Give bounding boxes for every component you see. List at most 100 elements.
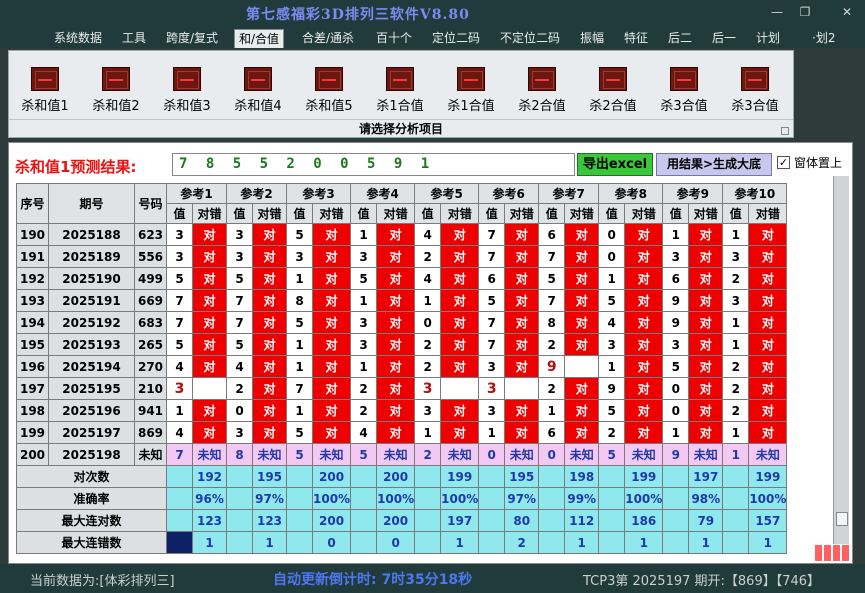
ribbon-kill-1-combo-b[interactable]: 杀1合值: [438, 67, 504, 115]
row-value: 1: [350, 289, 378, 312]
minimize-button[interactable]: —: [765, 3, 789, 21]
menu-tools[interactable]: 工具: [118, 29, 150, 48]
val-subheader: 值: [538, 203, 566, 224]
result-subheader: 对错: [748, 203, 788, 224]
row-result: 对: [376, 421, 416, 444]
chart-icon: [457, 67, 485, 91]
stat-value: 97%: [504, 487, 540, 510]
table-row[interactable]: 192 2025190 499 5 对 5 对 1 对 5 对 4 对 6 对 5 对 1 对 6 对 2 对: [16, 267, 788, 290]
pin-window-checkbox[interactable]: ✓: [777, 156, 790, 169]
menu-last1[interactable]: 后一: [708, 29, 740, 48]
prediction-field[interactable]: 7 8 5 5 2 0 0 5 9 1: [172, 153, 575, 176]
row-result: 未知: [748, 443, 788, 466]
row-result: 对: [564, 289, 600, 312]
menu-last2[interactable]: 后二: [664, 29, 696, 48]
row-result: 对: [624, 311, 664, 334]
row-result: 对: [688, 377, 724, 400]
table-row[interactable]: 195 2025193 265 5 对 5 对 1 对 3 对 2 对 7 对 2 对 3 对 3 对 1 对: [16, 333, 788, 356]
ribbon-kill-3-combo-b[interactable]: 杀3合值: [722, 67, 788, 115]
ref-header: 参考4: [350, 183, 416, 204]
table-row[interactable]: 193 2025191 669 7 对 7 对 8 对 1 对 1 对 5 对 7 对 5 对 9 对 3 对: [16, 289, 788, 312]
vertical-scrollbar[interactable]: [833, 176, 849, 544]
row-seq: 197: [16, 377, 49, 400]
row-result: 对: [376, 267, 416, 290]
row-value: 2: [598, 421, 626, 444]
ref-header: 参考5: [414, 183, 480, 204]
row-value: 4: [166, 421, 193, 444]
result-subheader: 对错: [192, 203, 227, 224]
col-seq-header: 序号: [16, 183, 49, 224]
menu-plan[interactable]: 计划: [752, 29, 784, 48]
table-row[interactable]: 190 2025188 623 3 对 3 对 5 对 1 对 4 对 7 对 6 对 0 对 1 对 1 对: [16, 223, 788, 246]
menu-features[interactable]: 特征: [620, 29, 652, 48]
stat-value: 199: [748, 465, 788, 488]
row-value: 3: [350, 245, 378, 268]
ribbon-expand-icon[interactable]: [781, 127, 789, 135]
row-value: 5: [286, 223, 313, 246]
row-value: 9: [598, 377, 626, 400]
table-row[interactable]: 196 2025194 270 4 对 4 对 1 对 1 对 2 对 3 对 9 1 对 5 对 2 对: [16, 355, 788, 378]
chart-icon: [599, 67, 627, 91]
menu-sum[interactable]: 和/合值: [234, 29, 285, 48]
ribbon-kill-2-combo-a[interactable]: 杀2合值: [509, 67, 575, 115]
ribbon-kill-1-combo-a[interactable]: 杀1合值: [367, 67, 433, 115]
chart-icon: [173, 67, 201, 91]
row-value: 1: [598, 267, 626, 290]
close-button[interactable]: ✕: [835, 3, 859, 21]
chart-icon: [244, 67, 272, 91]
stat-spacer: [538, 509, 566, 532]
ribbon-kill-sum-3[interactable]: 杀和值3: [154, 67, 220, 115]
generate-base-button[interactable]: 用结果>生成大底: [656, 153, 772, 176]
prediction-value: 7 8 5 5 2 0 0 5 9 1: [179, 156, 435, 172]
table-row[interactable]: 191 2025189 556 3 对 3 对 3 对 3 对 2 对 7 对 7 对 0 对 3 对 3 对: [16, 245, 788, 268]
ref-header: 参考9: [662, 183, 724, 204]
row-value: 0: [598, 245, 626, 268]
restore-button[interactable]: ❐: [793, 3, 817, 21]
chart-icon: [31, 67, 59, 91]
row-value: 7: [286, 377, 313, 400]
menu-digits[interactable]: 百十个: [372, 29, 416, 48]
row-value: 6: [478, 267, 506, 290]
ribbon-kill-3-combo-a[interactable]: 杀3合值: [651, 67, 717, 115]
ribbon-kill-sum-4[interactable]: 杀和值4: [225, 67, 291, 115]
status-bar: 当前数据为:[体彩排列三] 自动更新倒计时: 7时35分18秒 TCP3第 20…: [0, 564, 865, 593]
row-code: 210: [134, 377, 167, 400]
stat-label: 准确率: [16, 487, 167, 510]
row-value: 3: [662, 245, 690, 268]
row-result: 未知: [504, 443, 540, 466]
table-row[interactable]: 200 2025198 未知 7 未知 8 未知 5 未知 5 未知 2 未知 0 未知 0 未知 5 未知 9 未知 1…: [16, 443, 788, 466]
menu-span[interactable]: 跨度/复式: [162, 29, 222, 48]
row-value: 3: [722, 289, 750, 312]
table-row[interactable]: 194 2025192 683 7 对 7 对 5 对 3 对 0 对 7 对 8 对 4 对 9 对 1 对: [16, 311, 788, 334]
row-seq: 195: [16, 333, 49, 356]
ribbon-kill-sum-5[interactable]: 杀和值5: [296, 67, 362, 115]
row-result: 对: [252, 421, 287, 444]
menu-diff[interactable]: 合差/通杀: [298, 29, 358, 48]
table-row[interactable]: 199 2025197 869 4 对 3 对 5 对 4 对 1 对 1 对 6 对 2 对 1 对 1 对: [16, 421, 788, 444]
scrollbar-thumb[interactable]: [836, 512, 848, 526]
row-seq: 190: [16, 223, 49, 246]
export-excel-button[interactable]: 导出excel: [577, 153, 653, 176]
table-row[interactable]: 197 2025195 210 3 2 对 7 对 2 对 3 3 2 对 9 对 0 对 2 对: [16, 377, 788, 400]
menu-pos2[interactable]: 定位二码: [428, 29, 484, 48]
row-result: 对: [376, 377, 416, 400]
result-subheader: 对错: [376, 203, 416, 224]
row-value: 0: [662, 399, 690, 422]
stat-value: 100%: [748, 487, 788, 510]
val-subheader: 值: [166, 203, 193, 224]
ribbon-kill-sum-1[interactable]: 杀和值1: [12, 67, 78, 115]
row-value: 3: [226, 223, 253, 246]
ribbon-kill-2-combo-b[interactable]: 杀2合值: [580, 67, 646, 115]
row-code: 265: [134, 333, 167, 356]
table-row[interactable]: 198 2025196 941 1 对 0 对 1 对 2 对 3 对 3 对 1 对 5 对 0 对 2 对: [16, 399, 788, 422]
row-value: 1: [414, 289, 442, 312]
menu-system-data[interactable]: 系统数据: [50, 29, 106, 48]
row-value: 3: [350, 333, 378, 356]
row-result: 未知: [688, 443, 724, 466]
menu-unpos2[interactable]: 不定位二码: [496, 29, 564, 48]
row-result: 对: [688, 355, 724, 378]
ribbon-kill-sum-2[interactable]: 杀和值2: [83, 67, 149, 115]
menu-plan2[interactable]: ·划2: [808, 29, 839, 48]
menu-amplitude[interactable]: 振幅: [576, 29, 608, 48]
row-result: 对: [252, 399, 287, 422]
